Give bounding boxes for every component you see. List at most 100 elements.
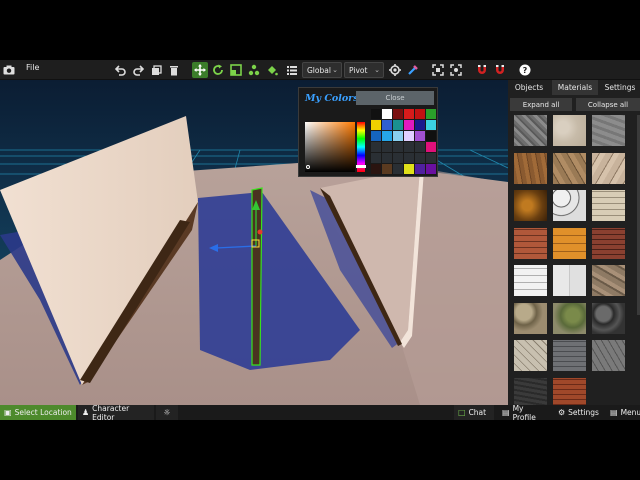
material-white-panels[interactable] xyxy=(553,265,586,296)
expand-all-button[interactable]: Expand all xyxy=(510,98,572,111)
camera-icon[interactable] xyxy=(1,62,17,78)
focus-icon[interactable] xyxy=(448,62,464,78)
material-beige-bricks[interactable] xyxy=(592,190,625,221)
material-stone-wall[interactable] xyxy=(592,265,625,296)
color-swatch[interactable] xyxy=(415,131,425,141)
color-swatch[interactable] xyxy=(426,142,436,152)
collapse-all-button[interactable]: Collapse all xyxy=(576,98,640,111)
color-picker-title: My Colors xyxy=(305,93,359,104)
material-cobble-mix[interactable] xyxy=(514,302,547,334)
color-swatch[interactable] xyxy=(382,142,392,152)
material-flagstone[interactable] xyxy=(514,340,547,371)
hue-slider-handle[interactable] xyxy=(356,165,366,168)
pivot-select[interactable]: Pivot ⌄ xyxy=(344,62,384,78)
color-swatch[interactable] xyxy=(415,109,425,119)
material-concrete-grey[interactable] xyxy=(592,115,625,146)
color-swatch[interactable] xyxy=(393,109,403,119)
color-swatch[interactable] xyxy=(393,131,403,141)
duplicate-icon[interactable] xyxy=(148,62,164,78)
pivot-select-value: Pivot xyxy=(349,65,368,75)
rotate-icon[interactable] xyxy=(210,62,226,78)
snap-icon[interactable] xyxy=(246,62,262,78)
color-swatch[interactable] xyxy=(393,142,403,152)
color-swatch[interactable] xyxy=(426,153,436,163)
file-menu[interactable]: File xyxy=(26,63,39,72)
color-swatch[interactable] xyxy=(415,120,425,130)
color-swatch[interactable] xyxy=(426,164,436,174)
magnet-alt-icon[interactable] xyxy=(492,62,508,78)
material-granite-grey[interactable] xyxy=(514,115,547,146)
color-swatch[interactable] xyxy=(371,153,381,163)
material-white-hex-tiles[interactable] xyxy=(553,190,586,221)
help-icon[interactable]: ? xyxy=(517,62,533,78)
list-icon[interactable] xyxy=(284,62,300,78)
saturation-value-field[interactable] xyxy=(305,122,355,172)
my-profile-label: My Profile xyxy=(512,403,536,422)
material-red-bricks[interactable] xyxy=(514,227,547,259)
environment-button[interactable]: ☼ xyxy=(156,405,178,420)
color-swatch[interactable] xyxy=(382,120,392,130)
color-swatch[interactable] xyxy=(404,142,414,152)
material-cracked-clay[interactable] xyxy=(592,152,625,184)
color-swatch[interactable] xyxy=(426,131,436,141)
color-cursor[interactable] xyxy=(306,165,310,169)
tab-objects[interactable]: Objects xyxy=(508,80,550,95)
tab-settings[interactable]: Settings xyxy=(600,80,640,95)
character-editor-button[interactable]: ♟ Character Editor xyxy=(78,404,154,422)
color-swatch[interactable] xyxy=(382,131,392,141)
color-swatch[interactable] xyxy=(393,120,403,130)
paint-icon[interactable] xyxy=(264,62,280,78)
material-slate-tiles[interactable] xyxy=(592,340,625,371)
delete-icon[interactable] xyxy=(166,62,182,78)
eyedropper-icon[interactable] xyxy=(405,62,421,78)
color-swatch[interactable] xyxy=(393,153,403,163)
color-swatch[interactable] xyxy=(382,153,392,163)
color-swatch[interactable] xyxy=(371,109,381,119)
color-swatch[interactable] xyxy=(371,120,381,130)
menu-button[interactable]: ▤ Menu xyxy=(606,405,640,420)
color-swatch[interactable] xyxy=(371,131,381,141)
color-swatch[interactable] xyxy=(404,164,414,174)
material-dark-red-bricks[interactable] xyxy=(592,227,625,259)
settings-button[interactable]: ⚙ Settings xyxy=(554,405,600,420)
undo-icon[interactable] xyxy=(112,62,128,78)
select-location-button[interactable]: ▣ Select Location xyxy=(0,405,76,420)
material-cracked-mud[interactable] xyxy=(553,152,586,184)
move-icon[interactable] xyxy=(192,62,208,78)
material-white-wall-tiles[interactable] xyxy=(514,265,547,296)
settings-gizmo-icon[interactable] xyxy=(387,62,403,78)
material-round-pebbles[interactable] xyxy=(592,302,625,334)
color-swatch[interactable] xyxy=(415,164,425,174)
color-swatch[interactable] xyxy=(371,142,381,152)
color-swatch[interactable] xyxy=(415,142,425,152)
color-swatch[interactable] xyxy=(393,164,403,174)
color-swatch[interactable] xyxy=(404,109,414,119)
material-orange-tiles[interactable] xyxy=(553,227,586,259)
material-amber-rock[interactable] xyxy=(514,190,547,221)
material-grey-cobble[interactable] xyxy=(553,340,586,371)
redo-icon[interactable] xyxy=(130,62,146,78)
magnet-icon[interactable] xyxy=(474,62,490,78)
space-select[interactable]: Global ⌄ xyxy=(302,62,342,78)
color-swatch[interactable] xyxy=(382,109,392,119)
color-swatch[interactable] xyxy=(404,153,414,163)
material-terracotta-tiles[interactable] xyxy=(553,377,586,409)
color-swatch[interactable] xyxy=(382,164,392,174)
color-swatch[interactable] xyxy=(404,131,414,141)
color-swatch[interactable] xyxy=(371,164,381,174)
settings-label: Settings xyxy=(568,408,599,417)
color-swatch[interactable] xyxy=(404,120,414,130)
color-swatch[interactable] xyxy=(426,109,436,119)
close-button[interactable]: Close xyxy=(356,91,434,105)
material-sand-stone[interactable] xyxy=(553,115,586,146)
color-swatch[interactable] xyxy=(426,120,436,130)
material-wood-plank[interactable] xyxy=(514,152,547,184)
chat-button[interactable]: □ Chat xyxy=(454,405,494,420)
scale-icon[interactable] xyxy=(228,62,244,78)
frame-icon[interactable] xyxy=(430,62,446,78)
color-swatch[interactable] xyxy=(415,153,425,163)
tab-materials[interactable]: Materials xyxy=(552,80,598,95)
material-mossy-stones[interactable] xyxy=(553,302,586,334)
my-profile-button[interactable]: ▤ My Profile xyxy=(498,403,550,422)
hue-slider[interactable] xyxy=(356,122,366,172)
